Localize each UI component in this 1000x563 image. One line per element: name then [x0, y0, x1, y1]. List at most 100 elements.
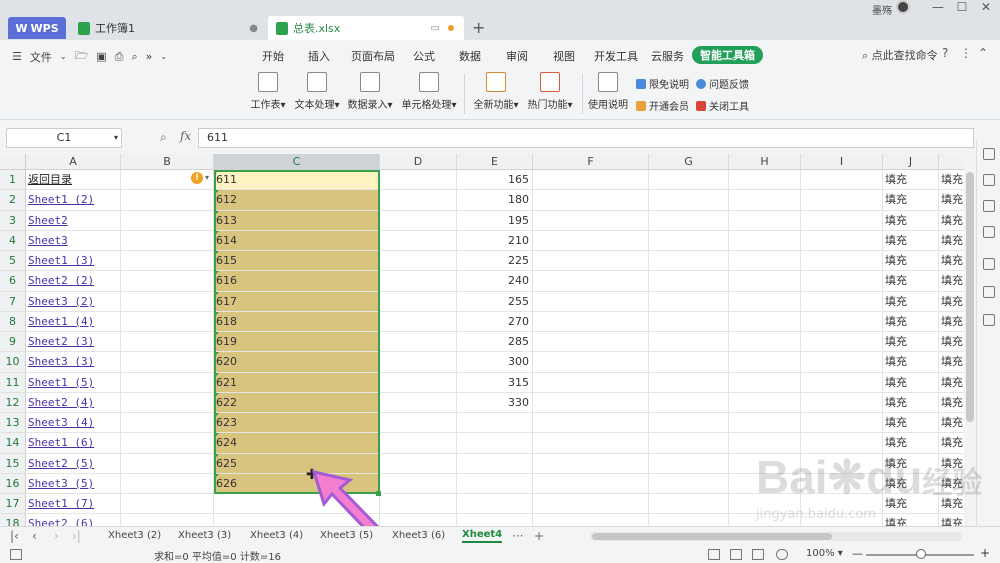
zoom-search-icon[interactable]: ⌕ [160, 130, 167, 145]
cell-g17[interactable] [649, 494, 729, 515]
cell-h9[interactable] [729, 332, 801, 353]
cell-c7[interactable]: 617 [214, 291, 380, 312]
cell-b11[interactable] [121, 372, 214, 393]
menu-cloud[interactable]: 云服务 [651, 48, 684, 64]
new-tab-button[interactable]: + [472, 18, 485, 37]
cell-g2[interactable] [649, 190, 729, 211]
save-icon[interactable]: ▣ [96, 50, 106, 63]
cell-c3[interactable]: 613 [214, 210, 380, 231]
cell-i9[interactable] [801, 332, 883, 353]
cell-f10[interactable] [533, 352, 649, 373]
row-header-17[interactable]: 17 [0, 494, 26, 515]
cell-b12[interactable] [121, 392, 214, 413]
cell-g3[interactable] [649, 210, 729, 231]
cell-c13[interactable]: 623 [214, 413, 380, 434]
row-header-1[interactable]: 1 [0, 170, 26, 191]
row-header-6[interactable]: 6 [0, 271, 26, 292]
sheet-tab[interactable]: Xheet3 (6) [392, 530, 445, 541]
cell-h12[interactable] [729, 392, 801, 413]
cell-d9[interactable] [380, 332, 457, 353]
cell-e18[interactable] [457, 514, 533, 526]
sheet-tab[interactable]: Xheet3 (2) [108, 530, 161, 541]
cell-a12[interactable]: Sheet2 (4) [26, 392, 121, 413]
row-header-9[interactable]: 9 [0, 332, 26, 353]
hamburger-icon[interactable]: ☰ [12, 50, 22, 63]
tab-wps-home[interactable]: W WPS [8, 17, 66, 39]
cell-i3[interactable] [801, 210, 883, 231]
cell-d12[interactable] [380, 392, 457, 413]
cell-d1[interactable] [380, 170, 457, 191]
cell-j11[interactable]: 填充 [883, 372, 939, 393]
fx-icon[interactable]: fx [180, 129, 191, 143]
data-entry-button[interactable]: 数据录入▾ [346, 72, 394, 111]
menu-review[interactable]: 审阅 [506, 48, 528, 64]
cell-h3[interactable] [729, 210, 801, 231]
sheet-tab[interactable]: Xheet3 (5) [320, 530, 373, 541]
cell-a2[interactable]: Sheet1 (2) [26, 190, 121, 211]
avatar[interactable] [896, 0, 910, 14]
cell-a6[interactable]: Sheet2 (2) [26, 271, 121, 292]
free-limit-info-button[interactable]: 限免说明 [636, 76, 689, 91]
menu-view[interactable]: 视图 [553, 48, 575, 64]
cell-e2[interactable]: 180 [457, 190, 533, 211]
cell-i13[interactable] [801, 413, 883, 434]
cell-f5[interactable] [533, 251, 649, 272]
cell-d3[interactable] [380, 210, 457, 231]
cell-a11[interactable]: Sheet1 (5) [26, 372, 121, 393]
cell-a15[interactable]: Sheet2 (5) [26, 453, 121, 474]
sheet-tab[interactable]: Xheet3 (3) [178, 530, 231, 541]
cell-h13[interactable] [729, 413, 801, 434]
cell-d7[interactable] [380, 291, 457, 312]
cell-j3[interactable]: 填充 [883, 210, 939, 231]
row-header-18[interactable]: 18 [0, 514, 26, 526]
error-warning-icon[interactable]: ! [191, 172, 203, 184]
file-menu[interactable]: 文件 [30, 49, 52, 65]
new-features-button[interactable]: 全新功能▾ [472, 72, 520, 111]
cell-e1[interactable]: 165 [457, 170, 533, 191]
name-box[interactable]: C1 ▾ [6, 128, 122, 148]
pointer-icon[interactable] [983, 148, 995, 160]
help-icon[interactable]: ? [942, 46, 948, 60]
cell-g9[interactable] [649, 332, 729, 353]
cell-e4[interactable]: 210 [457, 230, 533, 251]
monitor-icon[interactable]: ▭ [431, 23, 440, 34]
cell-d14[interactable] [380, 433, 457, 454]
row-header-5[interactable]: 5 [0, 251, 26, 272]
hot-features-button[interactable]: 热门功能▾ [526, 72, 574, 111]
cell-e7[interactable]: 255 [457, 291, 533, 312]
open-folder-icon[interactable]: 🗁 [75, 47, 89, 66]
cell-g5[interactable] [649, 251, 729, 272]
cell-b7[interactable] [121, 291, 214, 312]
cell-j1[interactable]: 填充 [883, 170, 939, 191]
cell-c2[interactable]: 612 [214, 190, 380, 211]
close-tool-button[interactable]: 关闭工具 [696, 98, 749, 113]
column-header-d[interactable]: D [380, 154, 457, 170]
cell-h4[interactable] [729, 230, 801, 251]
layout-icon[interactable] [983, 286, 995, 298]
cell-e12[interactable]: 330 [457, 392, 533, 413]
user-guide-button[interactable]: 使用说明 [588, 72, 628, 111]
menu-insert[interactable]: 插入 [308, 48, 330, 64]
cell-f15[interactable] [533, 453, 649, 474]
cell-e17[interactable] [457, 494, 533, 515]
tab-workbook1[interactable]: 工作簿1 ● [70, 16, 266, 40]
column-header-j[interactable]: J [883, 154, 939, 170]
cell-j5[interactable]: 填充 [883, 251, 939, 272]
cell-h8[interactable] [729, 311, 801, 332]
cell-f18[interactable] [533, 514, 649, 526]
row-header-15[interactable]: 15 [0, 453, 26, 474]
cell-f3[interactable] [533, 210, 649, 231]
chevron-down-icon[interactable]: ⌄ [60, 52, 67, 61]
menu-data[interactable]: 数据 [459, 48, 481, 64]
cell-i8[interactable] [801, 311, 883, 332]
add-sheet-button[interactable]: + [534, 529, 544, 543]
column-header-a[interactable]: A [26, 154, 121, 170]
cell-d11[interactable] [380, 372, 457, 393]
cell-i10[interactable] [801, 352, 883, 373]
cell-b14[interactable] [121, 433, 214, 454]
cell-b8[interactable] [121, 311, 214, 332]
row-header-13[interactable]: 13 [0, 413, 26, 434]
prev-sheet-icon[interactable]: ‹ [32, 529, 37, 543]
cell-d13[interactable] [380, 413, 457, 434]
cell-h2[interactable] [729, 190, 801, 211]
